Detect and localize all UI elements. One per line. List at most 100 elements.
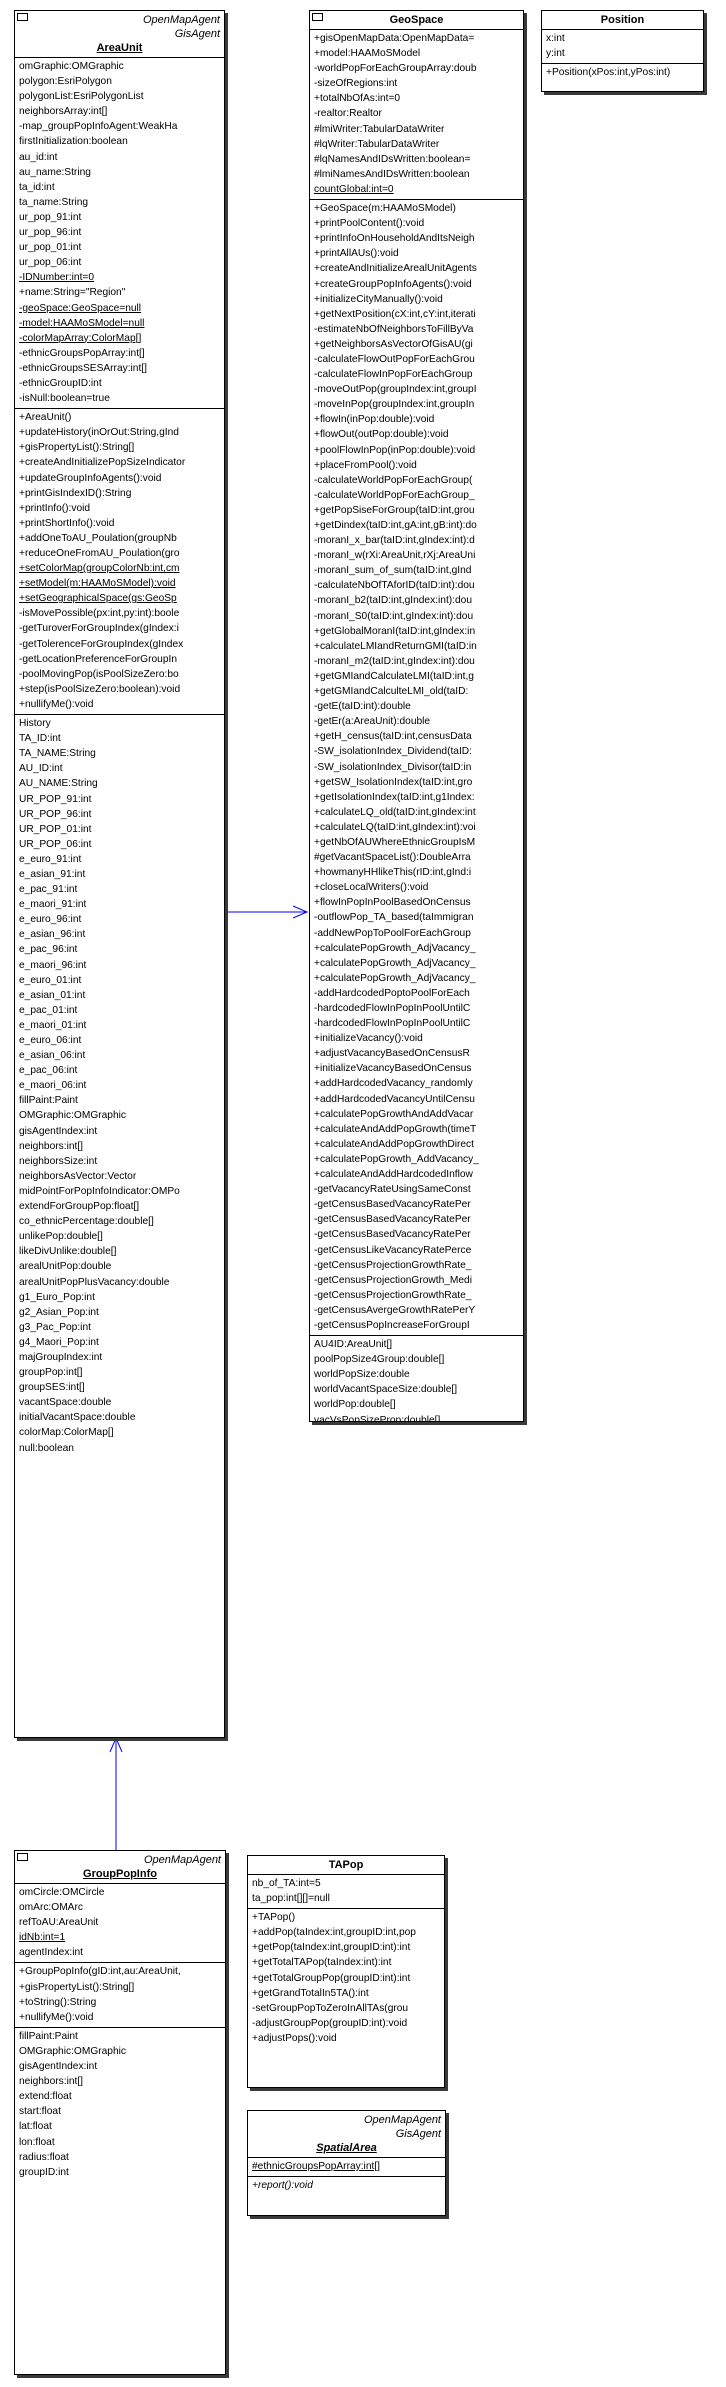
member-line: -ethnicGroupsSESArray:int[] [19,362,147,374]
member-line: e_pac_01:int [19,1004,78,1016]
member-line: e_euro_06:int [19,1035,82,1046]
member-line: +calculatePopGrowthAndAddVacar [314,1108,474,1120]
member-line: -getCensusBasedVacancyRatePer [314,1214,471,1226]
member-line: #lqNamesAndIDsWritten:boolean= [314,153,471,165]
member-line: +report():void [252,2180,313,2192]
member-line: +totalNbOfAs:int=0 [314,93,401,105]
member-line: +initializeVacancyBasedOnCensus [314,1063,472,1075]
member-line: neighborsAsVector:Vector [19,1170,137,1182]
member-line: +setGeographicalSpace(gs:GeoSp [19,593,177,605]
member-line: +initializeVacancy():void [314,1033,423,1045]
member-line: +createAndInitializeArealUnitAgents [314,263,477,275]
class-header: OpenMapAgent GroupPopInfo [15,1851,225,1883]
class-box-areaunit[interactable]: OpenMapAgent GisAgent AreaUnit omGraphic… [14,10,225,1738]
member-line: +printAllAUs():void [314,248,399,260]
member-line: gisAgentIndex:int [19,1125,98,1137]
stereotype-label: GisAgent [174,28,220,40]
member-line: poolPopSize4Group:double[] [314,1354,445,1366]
fields-section: History TA_ID:int TA_NAME:String AU_ID:int A… [15,714,224,1458]
member-line: e_asian_06:int [19,1050,86,1062]
class-box-geospace[interactable]: GeoSpace +gisOpenMapData:OpenMapData= +mo… [309,10,524,1422]
member-line: +closeLocalWriters():void [314,882,429,894]
member-line: au_id:int [19,151,58,163]
member-line: -calculateFlowInPopForEachGroup [314,369,473,381]
attributes-section: omCircle:OMCircle omArc:OMArc refToAU:Area… [15,1883,225,1962]
member-line: +calculatePopGrowth_AdjVacancy_ [314,957,476,969]
class-box-grouppopinfo[interactable]: OpenMapAgent GroupPopInfo omCircle:OMCir… [14,1850,226,2375]
member-line: -calculateNbOfTAforID(taID:int):dou [314,580,475,592]
member-line: +nullifyMe():void [19,2011,94,2023]
member-line: -getTolerenceForGroupIndex(gIndex [19,638,184,650]
member-line: #lmiWriter:TabularDataWriter [314,123,445,135]
fields-section: fillPaint:Paint OMGraphic:OMGraphic gisAge… [15,2026,225,2182]
member-line: +updateGroupInfoAgents():void [19,472,162,484]
member-line: omArc:OMArc [19,1902,83,1914]
member-line: e_maori_91:int [19,899,87,911]
member-line: +flowIn(inPop:double):void [314,414,435,426]
member-line: -getCensusPopIncreaseForGroupI [314,1319,470,1331]
member-line: +calculateAndAddHardcodedInflow [314,1169,473,1181]
class-header: Position [542,11,703,29]
class-header: OpenMapAgent GisAgent AreaUnit [15,11,224,57]
member-line: au_name:String [19,166,91,178]
member-line: +printShortInfo():void [19,517,115,529]
class-name: SpatialArea [316,2142,377,2154]
class-box-spatialarea[interactable]: OpenMapAgent GisAgent SpatialArea #ethni… [247,2110,446,2216]
member-line: +getIsolationIndex(taID:int,g1Index: [314,791,475,803]
operations-section: +AreaUnit() +updateHistory(inOrOut:String… [15,408,224,714]
member-line: +calculateLMIandReturnGMI(taID:in [314,640,477,652]
member-line: UR_POP_91:int [19,793,92,805]
member-line: -getCensusBasedVacancyRatePer [314,1199,471,1211]
member-line: neighborsArray:int[] [19,106,108,118]
member-line: +poolFlowInPop(inPop:double):void [314,444,476,456]
member-line: neighbors:int[] [19,1140,83,1152]
member-line: +addPop(taIndex:int,groupID:int,pop [252,1927,416,1939]
member-line: +gisPropertyList():String[] [19,1981,135,1993]
member-line: +getGlobalMoranI(taID:int,gIndex:in [314,625,476,637]
member-line: #lqWriter:TabularDataWriter [314,138,440,150]
member-line: +addOneToAU_Poulation(groupNb [19,532,177,544]
member-line: +getTotalGroupPop(groupID:int):int [252,1972,411,1984]
member-line: +updateHistory(inOrOut:String,gInd [19,427,179,439]
member-line: ta_name:String [19,196,89,208]
member-line: -moranI_m2(taID:int,gIndex:int):dou [314,655,475,667]
member-line: +GroupPopInfo(gID:int,au:AreaUnit, [19,1966,181,1978]
member-line: +getDindex(taID:int,gA:int,gB:int):do [314,520,477,531]
operations-section: +Position(xPos:int,yPos:int) [542,63,703,82]
member-line: +calculatePopGrowth_AdjVacancy_ [314,942,476,954]
member-line: -poolMovingPop(isPoolSizeZero:bo [19,668,179,680]
member-line: g4_Maori_Pop:int [19,1336,99,1348]
member-line: -worldPopForEachGroupArray:doub [314,63,477,75]
member-line: -moveInPop(groupIndex:int,groupIn [314,399,475,411]
class-box-tapop[interactable]: TAPop nb_of_TA:int=5 ta_pop:int[][]=null … [247,1855,445,2088]
member-line: -getLocationPreferenceForGroupIn [19,653,177,665]
member-line: +printInfoOnHouseholdAndItsNeigh [314,233,475,245]
member-line: #lmiNamesAndIDsWritten:boolean [314,168,470,180]
class-box-position[interactable]: Position x:int y:int +Position(xPos:int,y… [541,10,704,92]
member-line: -SW_isolationIndex_Dividend(taID: [314,746,472,758]
member-line: extendForGroupPop:float[] [19,1201,140,1213]
member-line: +getGMIandCalculateLMI(taID:int,g [314,670,474,682]
member-line: groupPop:int[] [19,1367,83,1379]
member-line: ta_id:int [19,181,55,193]
class-name: Position [600,14,645,26]
class-name: TAPop [328,1859,364,1871]
member-line: +initializeCityManually():void [314,293,443,305]
class-header: GeoSpace [310,11,523,29]
stereotype-label: OpenMapAgent [142,14,220,26]
operations-section: +GeoSpace(m:HAAMoSModel) +printPoolConten… [310,199,523,1335]
member-line: -getCensusProjectionGrowthRate_ [314,1289,472,1301]
member-line: worldPopSize:double [314,1369,410,1381]
member-line: +Position(xPos:int,yPos:int) [546,67,671,79]
member-line: gisAgentIndex:int [19,2061,98,2073]
member-line: +getNeighborsAsVectorOfGisAU(gi [314,338,473,350]
member-line: -moranI_w(rXi:AreaUnit,rXj:AreaUni [314,550,476,562]
member-line: g1_Euro_Pop:int [19,1291,95,1303]
member-line: +createAndInitializePopSizeIndicator [19,457,186,469]
member-line: midPointForPopInfoIndicator:OMPo [19,1185,180,1197]
member-line: -moranI_b2(taID:int,gIndex:int):dou [314,595,472,607]
member-line: -colorMapArray:ColorMap[] [19,332,142,344]
member-line: +printGisIndexID():String [19,487,132,499]
member-line: countGlobal:int=0 [314,183,394,195]
member-line: y:int [546,48,565,60]
